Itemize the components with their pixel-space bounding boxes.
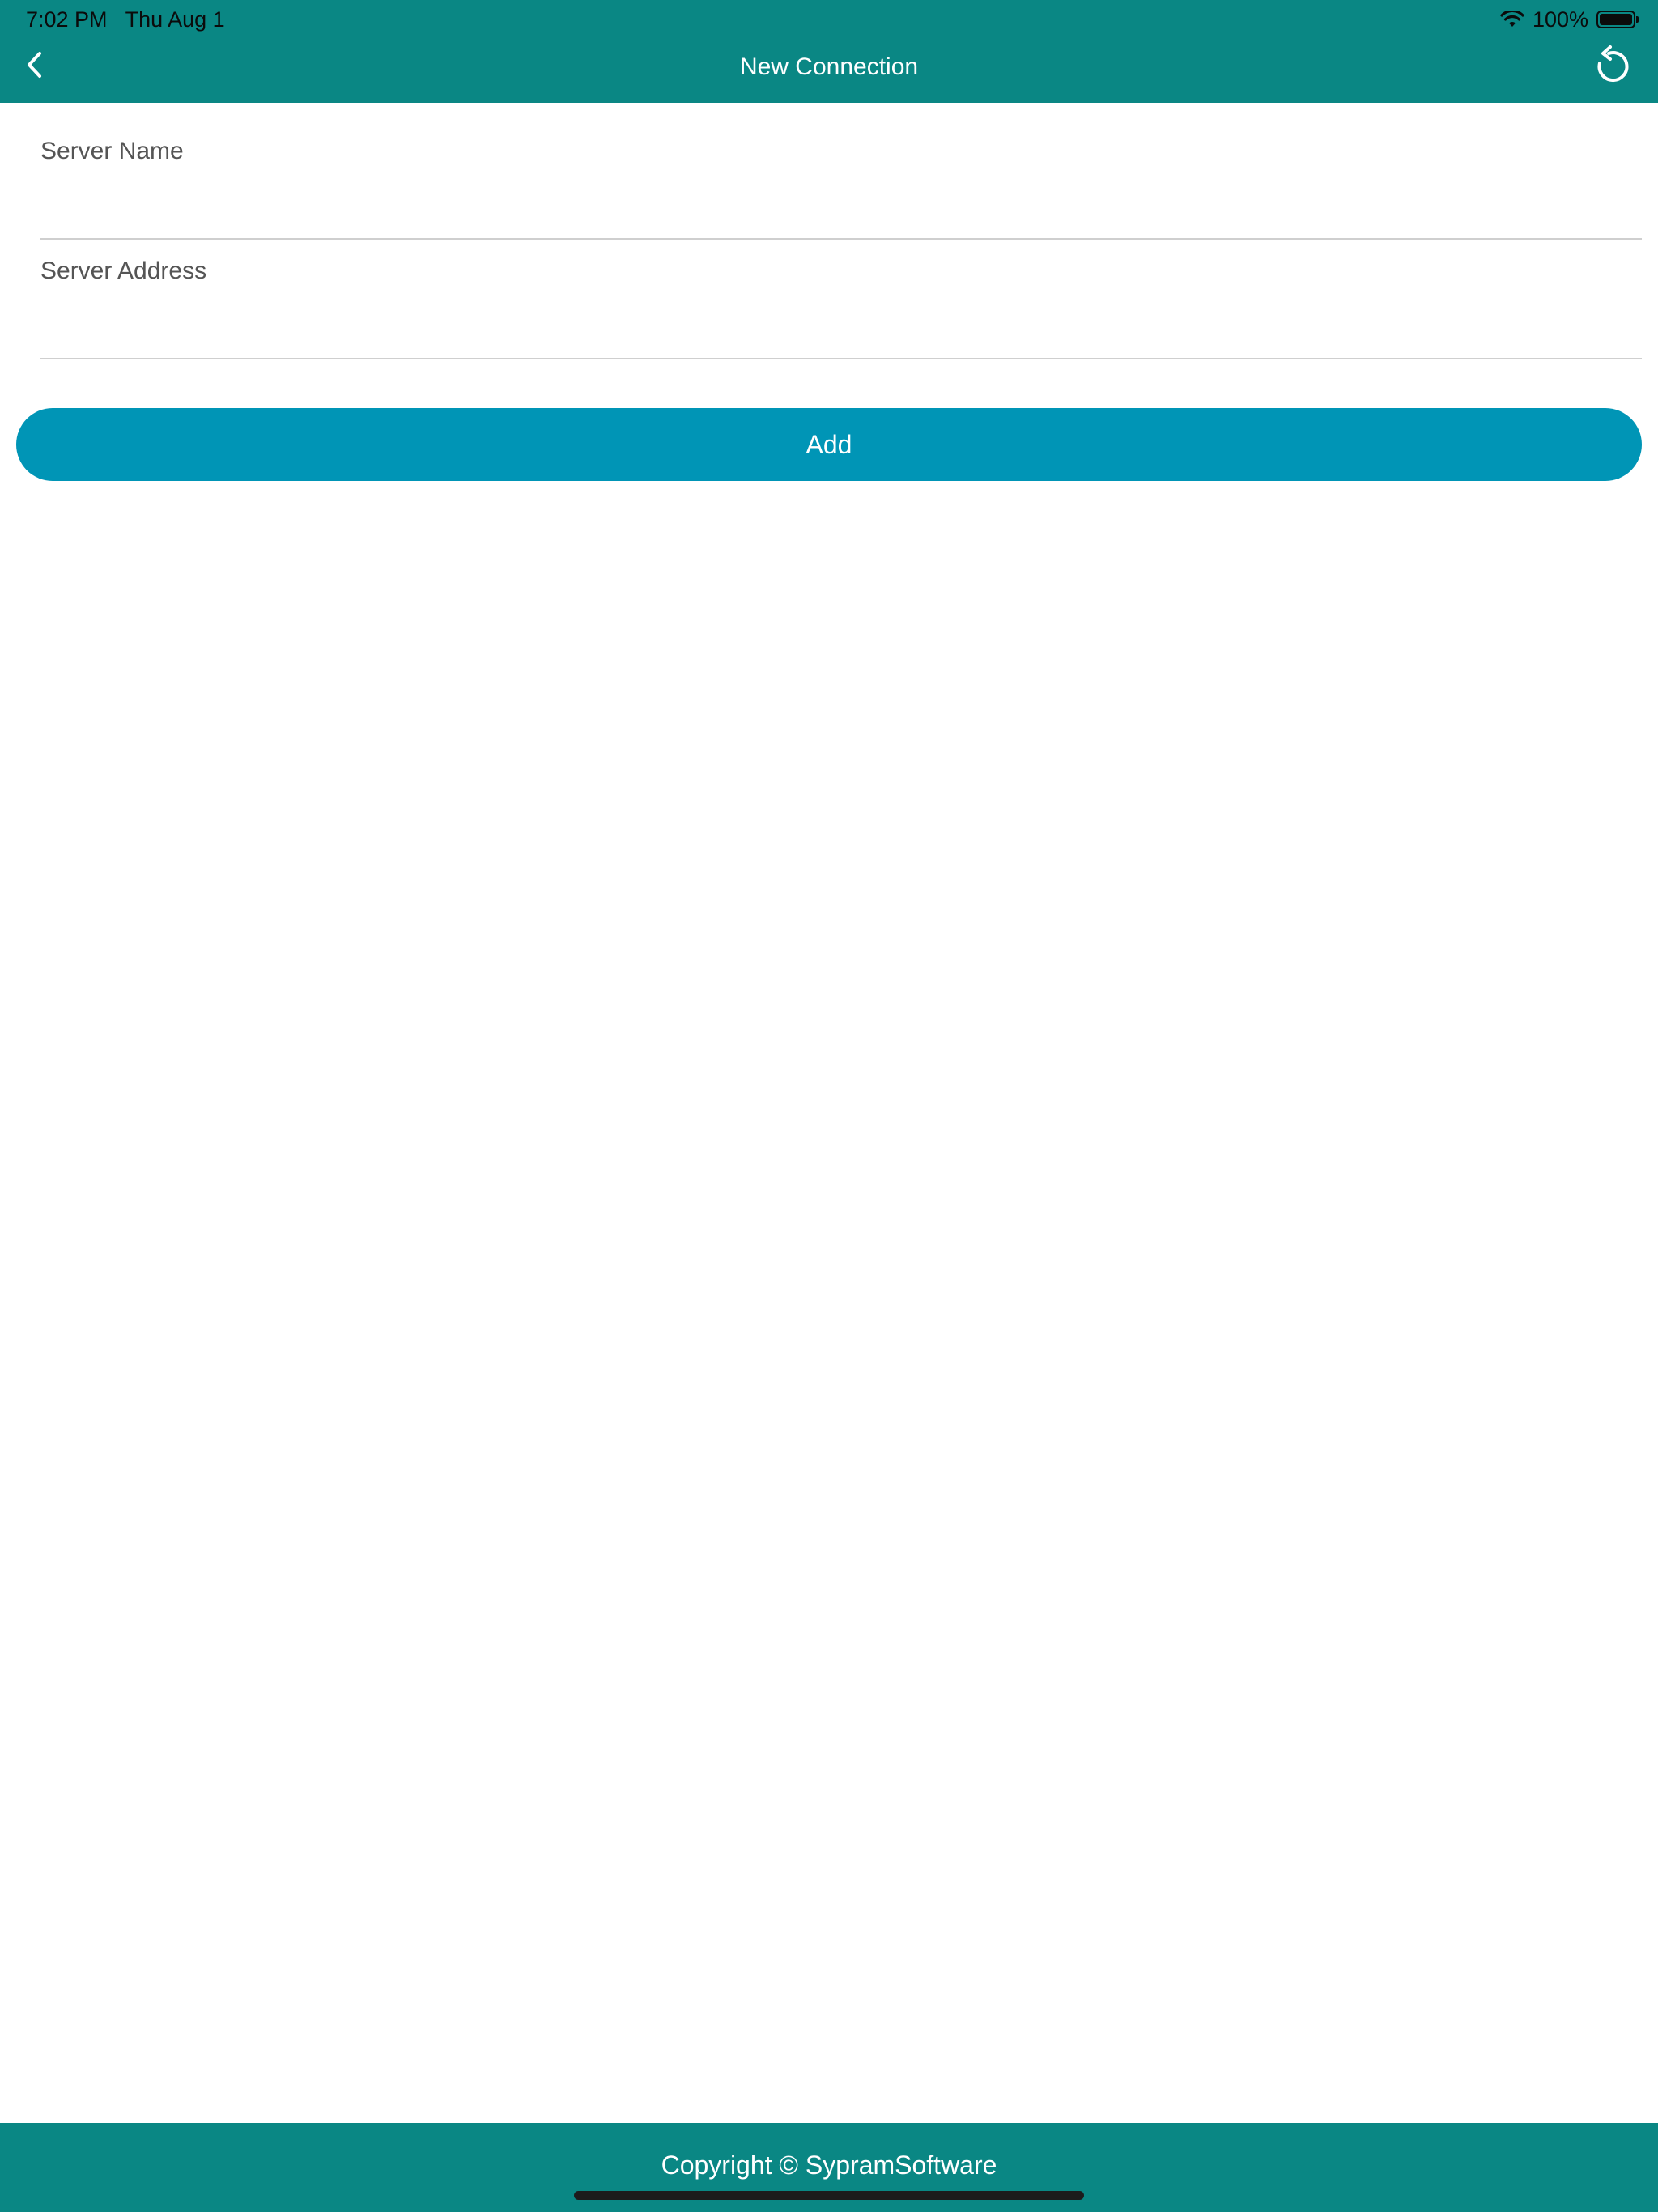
wifi-icon bbox=[1500, 11, 1524, 28]
status-time-text: 7:02 PM bbox=[26, 7, 108, 32]
battery-icon bbox=[1596, 11, 1639, 28]
server-address-input[interactable] bbox=[40, 303, 1642, 351]
screen: 7:02 PM Thu Aug 1 100% New Connection Se… bbox=[0, 0, 1658, 2212]
refresh-icon bbox=[1591, 42, 1631, 91]
battery-fill bbox=[1600, 14, 1632, 25]
add-button[interactable]: Add bbox=[16, 408, 1642, 481]
home-indicator[interactable] bbox=[574, 2191, 1084, 2200]
footer: Copyright © SypramSoftware bbox=[0, 2123, 1658, 2212]
status-date-text: Thu Aug 1 bbox=[125, 7, 225, 32]
server-address-field: Server Address bbox=[40, 254, 1642, 359]
battery-percent: 100% bbox=[1532, 6, 1588, 32]
status-time: 7:02 PM Thu Aug 1 bbox=[26, 5, 225, 34]
server-name-label: Server Name bbox=[40, 138, 184, 164]
header: 7:02 PM Thu Aug 1 100% New Connection bbox=[0, 0, 1658, 103]
page-title: New Connection bbox=[739, 53, 919, 80]
refresh-button[interactable] bbox=[1588, 42, 1634, 91]
status-indicators: 100% bbox=[1500, 5, 1639, 34]
copyright-text: Copyright © SypramSoftware bbox=[661, 2150, 997, 2180]
server-name-input[interactable] bbox=[40, 183, 1642, 232]
server-address-label: Server Address bbox=[40, 257, 207, 284]
server-name-field: Server Name bbox=[40, 134, 1642, 240]
